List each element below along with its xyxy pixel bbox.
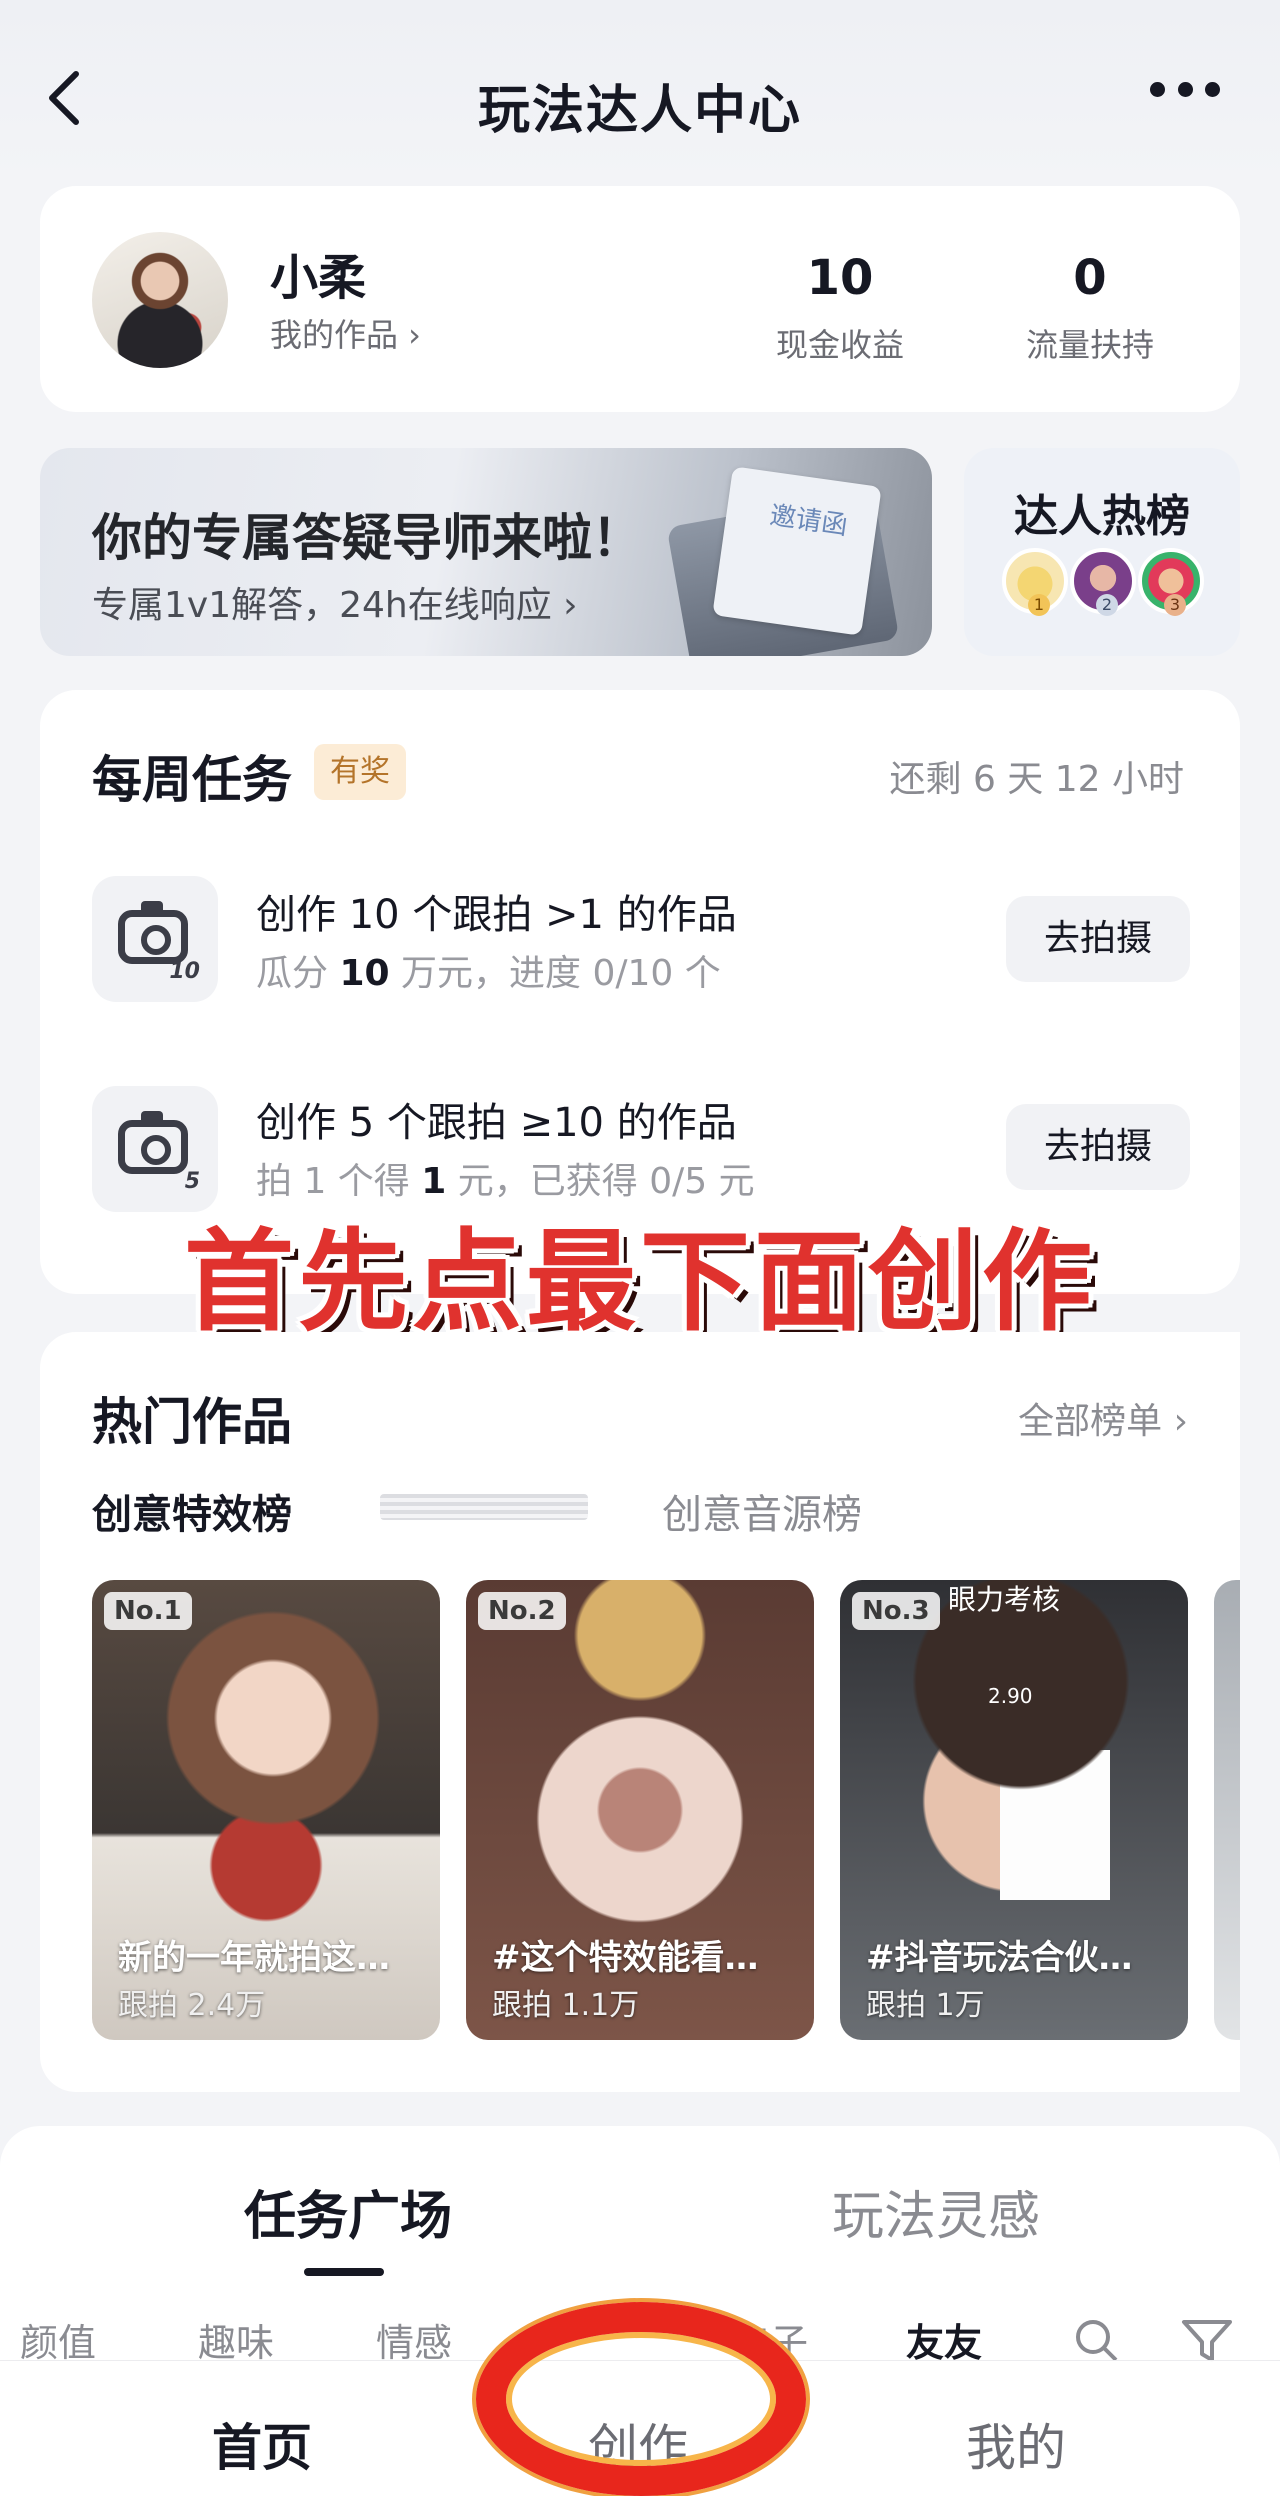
category-chip[interactable]: 趣味 [198, 2312, 274, 2367]
task-title: 创作 10 个跟拍 >1 的作品 [256, 892, 737, 938]
avatar[interactable] [92, 232, 228, 368]
go-shoot-button[interactable]: 去拍摄 [1006, 1104, 1190, 1190]
tab-effects-rank[interactable]: 创意特效榜 [92, 1482, 292, 1540]
all-rankings-link[interactable]: 全部榜单 › [1018, 1392, 1188, 1444]
task-title: 创作 5 个跟拍 ≥10 的作品 [256, 1100, 737, 1146]
weekly-title: 每周任务 [92, 751, 292, 809]
mentor-banner[interactable]: 你的专属答疑导师来啦！ 专属1v1解答，24h在线响应 › 邀请函 [40, 448, 932, 656]
tab-blurred [380, 1494, 588, 1520]
rank-avatar-1: 1 [1002, 548, 1068, 616]
rank-avatar-2: 2 [1070, 548, 1136, 616]
hot-list-card[interactable]: 达人热榜 1 2 3 [964, 448, 1240, 656]
nav-mine[interactable]: 我的 [966, 2408, 1066, 2480]
reward-badge: 有奖 [314, 744, 406, 800]
hot-works-title: 热门作品 [92, 1393, 292, 1451]
cash-earnings-value[interactable]: 10 [740, 250, 940, 306]
user-name: 小柔 [270, 250, 367, 306]
work-card-partial[interactable] [1214, 1580, 1240, 2040]
category-chip[interactable]: 情感 [376, 2312, 452, 2367]
work-card[interactable]: 眼力考核 2.90 No.3 #抖音玩法合伙… 跟拍 1万 [840, 1580, 1188, 2040]
tab-audio-rank[interactable]: 创意音源榜 [662, 1482, 862, 1540]
task-subtitle: 瓜分 10 万元，进度 0/10 个 [256, 953, 721, 994]
tab-inspiration[interactable]: 玩法灵感 [832, 2174, 1040, 2249]
nav-home[interactable]: 首页 [212, 2408, 312, 2480]
my-works-link[interactable]: 我的作品 › [270, 310, 421, 356]
go-shoot-button[interactable]: 去拍摄 [1006, 896, 1190, 982]
category-chip[interactable]: 颜值 [20, 2312, 96, 2367]
traffic-support-label: 流量扶持 [1025, 326, 1154, 364]
cash-earnings-label: 现金收益 [775, 326, 904, 364]
banner-title: 你的专属答疑导师来啦！ [92, 509, 642, 567]
more-options-icon[interactable] [1150, 82, 1220, 102]
letter-image [712, 466, 882, 636]
tab-task-plaza[interactable]: 任务广场 [244, 2174, 452, 2249]
banner-subtitle: 专属1v1解答，24h在线响应 › [92, 585, 578, 626]
hot-works-card: 热门作品 全部榜单 › 创意特效榜 创意音源榜 No.1 新的一年就拍这… 跟拍… [40, 1332, 1240, 2092]
filter-icon[interactable] [1180, 2316, 1234, 2366]
time-remaining: 还剩 6 天 12 小时 [889, 759, 1185, 800]
rank-avatar-3: 3 [1138, 548, 1204, 616]
category-chip[interactable]: 友友 [906, 2312, 982, 2367]
page-title: 玩法达人中心 [477, 81, 802, 141]
active-tab-underline [304, 2268, 384, 2276]
highlight-circle-annotation [476, 2302, 806, 2496]
camera-icon: 10 [92, 876, 218, 1002]
hot-list-title: 达人热榜 [1014, 491, 1190, 542]
profile-card: 小柔 我的作品 › 10 现金收益 0 流量扶持 [40, 186, 1240, 412]
search-icon[interactable] [1072, 2316, 1122, 2366]
instruction-overlay-text: 首先点最下面创作 [184, 1218, 1096, 1346]
work-card[interactable]: No.1 新的一年就拍这… 跟拍 2.4万 [92, 1580, 440, 2040]
traffic-support-value[interactable]: 0 [990, 250, 1190, 306]
work-card[interactable]: No.2 #这个特效能看… 跟拍 1.1万 [466, 1580, 814, 2040]
